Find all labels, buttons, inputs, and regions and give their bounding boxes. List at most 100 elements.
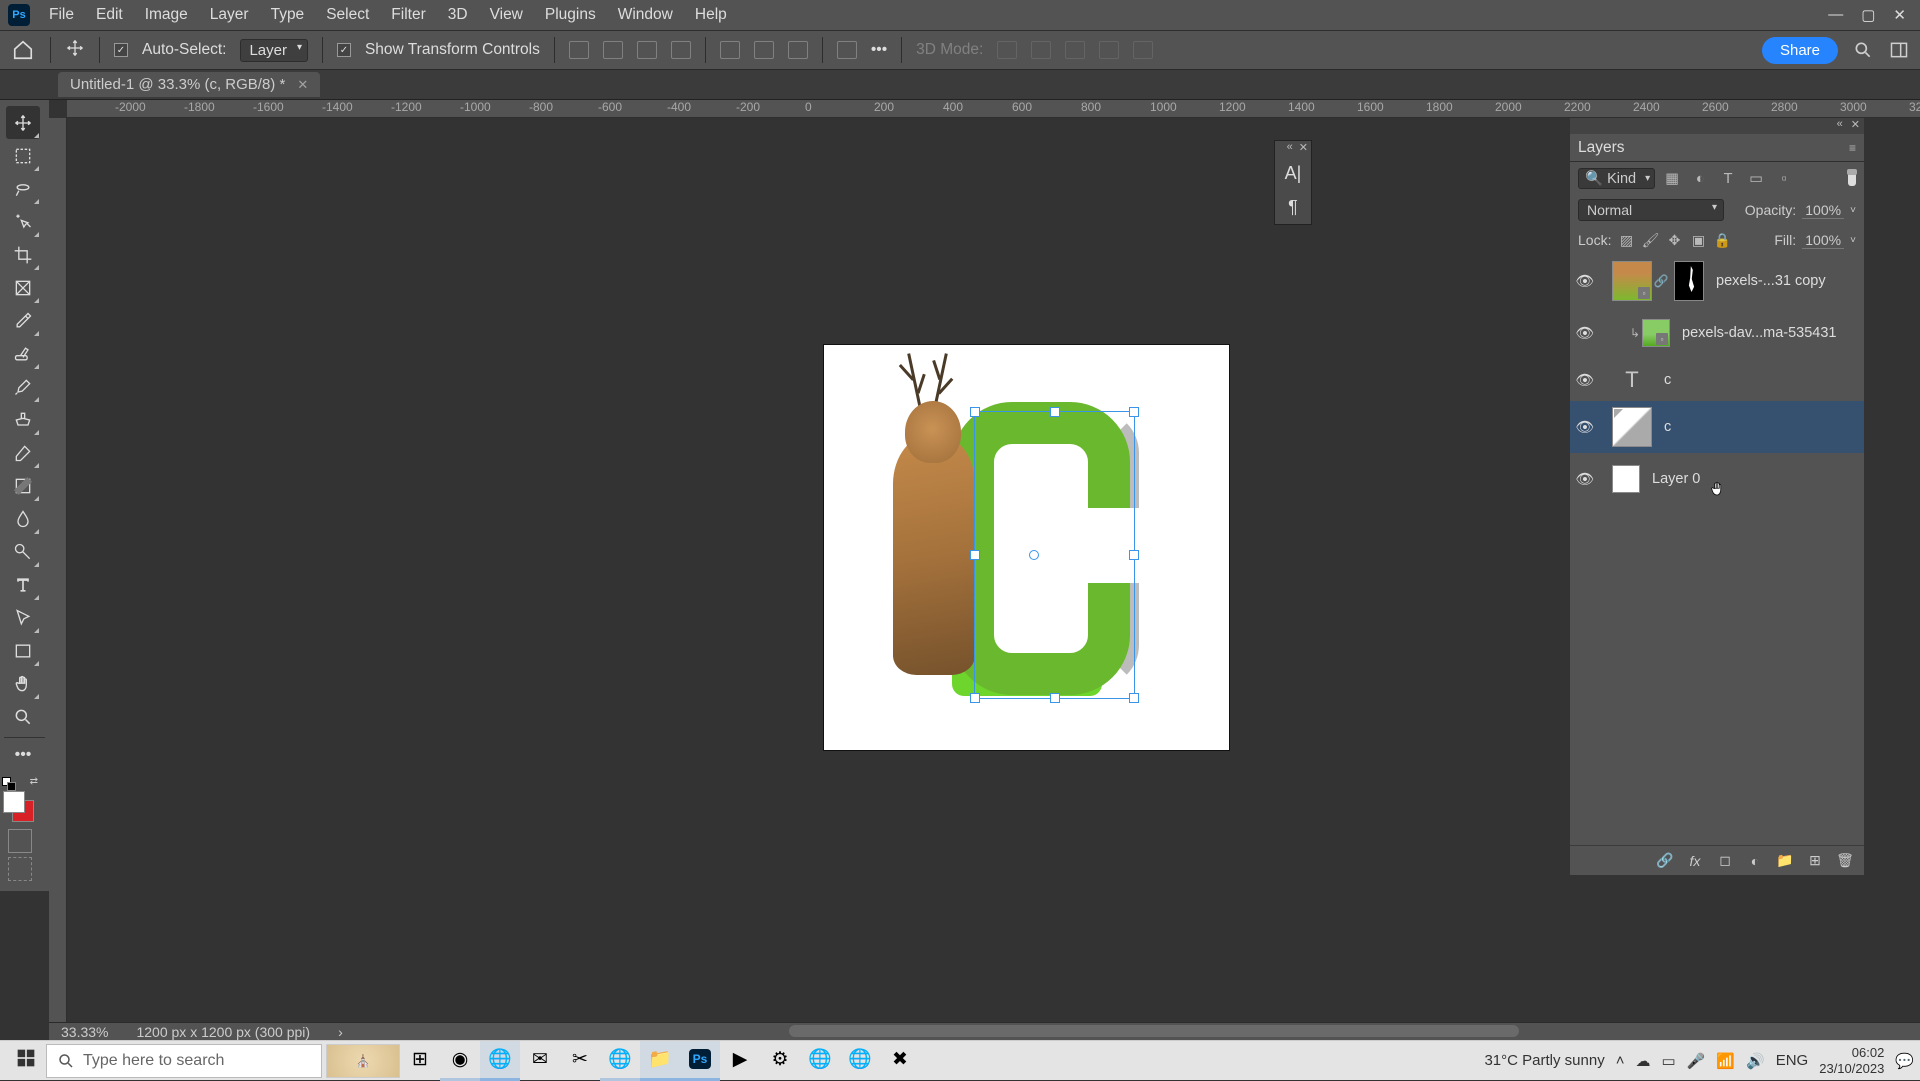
panel-menu-icon[interactable]: ≡ <box>1849 141 1856 155</box>
layer-thumbnail[interactable]: ▫ <box>1612 261 1652 301</box>
link-layers-icon[interactable]: 🔗 <box>1656 852 1674 869</box>
menu-filter[interactable]: Filter <box>380 6 436 24</box>
layer-row-selected[interactable]: 👁 c <box>1570 401 1864 453</box>
add-mask-icon[interactable]: ◻ <box>1716 852 1734 869</box>
auto-select-mode-dropdown[interactable]: Layer <box>240 39 308 62</box>
layer-row[interactable]: 👁 ▫ 🔗 pexels-...31 copy <box>1570 255 1864 307</box>
color-swatches[interactable]: ⇄ <box>2 777 40 819</box>
chrome2-icon[interactable]: 🌐 <box>600 1041 640 1081</box>
gradient-tool[interactable] <box>6 469 40 502</box>
menu-plugins[interactable]: Plugins <box>534 6 607 24</box>
quick-select-tool[interactable] <box>6 205 40 238</box>
show-transform-checkbox[interactable] <box>337 43 351 57</box>
menu-layer[interactable]: Layer <box>199 6 260 24</box>
edit-toolbar-icon[interactable]: ••• <box>6 738 40 771</box>
fill-input[interactable]: 100% <box>1802 232 1844 249</box>
lasso-tool[interactable] <box>6 172 40 205</box>
share-button[interactable]: Share <box>1762 37 1838 64</box>
layer-name[interactable]: c <box>1652 372 1864 388</box>
foreground-color[interactable] <box>3 791 25 813</box>
task-view-icon[interactable]: ⊞ <box>400 1041 440 1081</box>
layer-thumbnail[interactable] <box>1612 465 1640 493</box>
filter-shape-icon[interactable]: ▭ <box>1745 169 1767 189</box>
visibility-toggle-icon[interactable]: 👁 <box>1570 470 1600 488</box>
tab-close-icon[interactable]: ✕ <box>297 77 308 93</box>
minimize-icon[interactable]: — <box>1828 6 1843 24</box>
filter-adjustment-icon[interactable]: ◐ <box>1689 169 1711 189</box>
align-center-v-icon[interactable] <box>754 41 774 59</box>
document-dimensions[interactable]: 1200 px x 1200 px (300 ppi) <box>136 1024 310 1040</box>
panel-close-icon[interactable]: ✕ <box>1299 141 1308 156</box>
search-icon[interactable] <box>1852 39 1874 61</box>
clone-stamp-tool[interactable] <box>6 403 40 436</box>
layer-name[interactable]: pexels-...31 copy <box>1704 273 1864 289</box>
chrome-icon[interactable]: 🌐 <box>480 1041 520 1081</box>
menu-3d[interactable]: 3D <box>437 6 479 24</box>
home-button[interactable] <box>10 37 36 63</box>
capcut-icon[interactable]: ✖ <box>880 1041 920 1081</box>
align-center-h-icon[interactable] <box>603 41 623 59</box>
paragraph-panel-icon[interactable]: ¶ <box>1275 190 1311 224</box>
language-icon[interactable]: ENG <box>1776 1052 1809 1069</box>
marquee-tool[interactable] <box>6 139 40 172</box>
frame-tool[interactable] <box>6 271 40 304</box>
layer-name[interactable]: c <box>1652 419 1864 435</box>
volume-icon[interactable]: 🔊 <box>1746 1052 1765 1070</box>
fill-chevron-icon[interactable]: ˅ <box>1850 235 1856 246</box>
canvas[interactable] <box>824 345 1229 750</box>
edge-icon[interactable]: 🌐 <box>800 1041 840 1081</box>
layer-effects-icon[interactable]: fx <box>1686 853 1704 869</box>
opacity-chevron-icon[interactable]: ˅ <box>1850 205 1856 216</box>
layer-thumbnail[interactable] <box>1612 407 1652 447</box>
brush-tool[interactable] <box>6 370 40 403</box>
taskbar-search[interactable]: Type here to search <box>46 1044 322 1078</box>
menu-help[interactable]: Help <box>684 6 738 24</box>
type-tool[interactable] <box>6 568 40 601</box>
ruler-vertical[interactable] <box>49 118 67 1024</box>
auto-select-checkbox[interactable] <box>114 43 128 57</box>
align-right-icon[interactable] <box>637 41 657 59</box>
layer-name[interactable]: Layer 0 <box>1640 471 1864 487</box>
menu-window[interactable]: Window <box>607 6 684 24</box>
layer-thumbnail[interactable]: ▫ <box>1642 319 1670 347</box>
panel-close-icon[interactable]: ✕ <box>1851 118 1860 134</box>
handle-se[interactable] <box>1129 693 1139 703</box>
weather-text[interactable]: 31°C Partly sunny <box>1484 1052 1604 1069</box>
mail-icon[interactable]: ✉ <box>520 1041 560 1081</box>
eyedropper-tool[interactable] <box>6 304 40 337</box>
status-expand-icon[interactable]: › <box>338 1024 343 1040</box>
crop-tool[interactable] <box>6 238 40 271</box>
layer-filter-type-dropdown[interactable]: 🔍Kind <box>1578 168 1655 189</box>
swap-colors-icon[interactable]: ⇄ <box>30 776 38 787</box>
filter-pixel-icon[interactable]: ▦ <box>1661 169 1683 189</box>
snip-icon[interactable]: ✂ <box>560 1041 600 1081</box>
visibility-toggle-icon[interactable]: 👁 <box>1570 324 1600 342</box>
layer-row[interactable]: 👁 ↳ ▫ pexels-dav...ma-535431 <box>1570 307 1864 359</box>
distribute-h-icon[interactable] <box>671 41 691 59</box>
zoom-level[interactable]: 33.33% <box>61 1024 108 1040</box>
align-top-icon[interactable] <box>720 41 740 59</box>
link-icon[interactable]: 🔗 <box>1652 274 1670 288</box>
healing-brush-tool[interactable] <box>6 337 40 370</box>
menu-type[interactable]: Type <box>260 6 316 24</box>
hand-tool[interactable] <box>6 667 40 700</box>
move-tool[interactable] <box>6 106 40 139</box>
menu-edit[interactable]: Edit <box>85 6 134 24</box>
menu-view[interactable]: View <box>479 6 534 24</box>
document-tab[interactable]: Untitled-1 @ 33.3% (c, RGB/8) * ✕ <box>58 72 320 97</box>
lock-pixels-icon[interactable]: 🖌 <box>1641 231 1659 249</box>
type-layer-icon[interactable]: T <box>1612 367 1652 393</box>
layers-panel-title[interactable]: Layers <box>1578 139 1625 157</box>
eraser-tool[interactable] <box>6 436 40 469</box>
filter-toggle-switch[interactable] <box>1848 172 1856 186</box>
visibility-toggle-icon[interactable]: 👁 <box>1570 272 1600 290</box>
taskbar-search-highlight[interactable]: ⛪ <box>326 1044 400 1078</box>
close-icon[interactable]: ✕ <box>1893 6 1906 24</box>
app-icon[interactable]: ▶ <box>720 1041 760 1081</box>
menu-file[interactable]: File <box>38 6 85 24</box>
character-panel-icon[interactable]: A| <box>1275 156 1311 190</box>
path-selection-tool[interactable] <box>6 601 40 634</box>
menu-image[interactable]: Image <box>134 6 199 24</box>
opacity-input[interactable]: 100% <box>1802 202 1844 219</box>
character-paragraph-collapsed-panel[interactable]: «✕ A| ¶ <box>1274 140 1312 225</box>
